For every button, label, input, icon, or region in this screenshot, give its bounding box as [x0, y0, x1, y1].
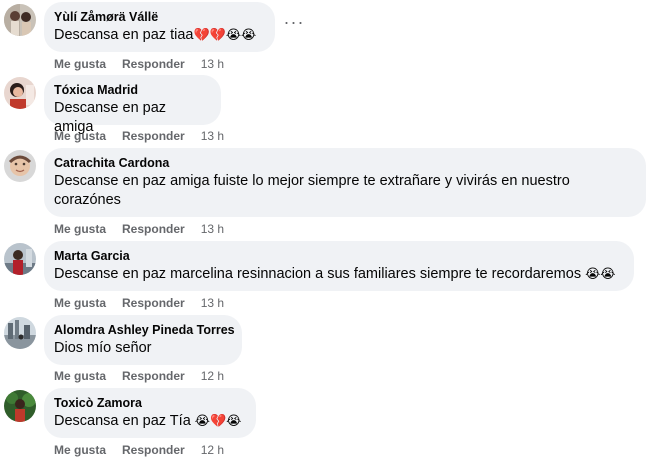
comment-bubble: Alomdra Ashley Pineda Torres Dios mío se… — [44, 315, 242, 365]
like-button[interactable]: Me gusta — [54, 443, 106, 457]
comment-actions: Me gusta Responder 13 h — [54, 222, 224, 236]
comment-timestamp[interactable]: 13 h — [201, 57, 224, 71]
comment-timestamp[interactable]: 12 h — [201, 369, 224, 383]
reply-button[interactable]: Responder — [122, 369, 185, 383]
comment-author[interactable]: Yùlí Zåmørä Vállë — [54, 9, 263, 25]
emoji-group: 😭😭 — [585, 267, 616, 282]
comment-timestamp[interactable]: 13 h — [201, 129, 224, 143]
reply-button[interactable]: Responder — [122, 296, 185, 310]
comment-text: Descansa en paz tiaa💔💔😭😭 — [54, 26, 263, 45]
comment-text: Descanse en paz marcelina resinnacion a … — [54, 265, 622, 284]
avatar[interactable] — [4, 150, 36, 182]
like-button[interactable]: Me gusta — [54, 296, 106, 310]
comment-text: Descansa en paz Tía 😭💔😭 — [54, 412, 244, 431]
comment-bubble: Yùlí Zåmørä Vállë Descansa en paz tiaa💔💔… — [44, 2, 275, 52]
comment-bubble: Tóxica Madrid Descanse en paz amiga — [44, 75, 221, 135]
comment-bubble: Catrachita Cardona Descanse en paz amiga… — [44, 148, 646, 217]
avatar[interactable] — [4, 390, 36, 422]
reply-button[interactable]: Responder — [122, 222, 185, 236]
comment-author[interactable]: Tóxica Madrid — [54, 82, 209, 98]
comment-actions: Me gusta Responder 13 h — [54, 57, 224, 71]
comment-author[interactable]: Toxicò Zamora — [54, 395, 244, 411]
reply-button[interactable]: Responder — [122, 443, 185, 457]
comment-text: Dios mío señor — [54, 339, 230, 358]
like-button[interactable]: Me gusta — [54, 57, 106, 71]
avatar[interactable] — [4, 243, 36, 275]
comment-actions: Me gusta Responder 13 h — [54, 129, 224, 143]
more-options-icon[interactable]: ··· — [282, 13, 306, 36]
emoji-group: 😭💔😭 — [194, 414, 242, 429]
reply-button[interactable]: Responder — [122, 129, 185, 143]
comment-author[interactable]: Alomdra Ashley Pineda Torres — [54, 322, 235, 338]
comment-text-content: Descanse en paz amiga fuiste lo mejor si… — [54, 173, 570, 208]
comment-actions: Me gusta Responder 12 h — [54, 443, 224, 457]
comment-actions: Me gusta Responder 12 h — [54, 369, 224, 383]
avatar[interactable] — [4, 77, 36, 109]
avatar[interactable] — [4, 4, 36, 36]
like-button[interactable]: Me gusta — [54, 369, 106, 383]
avatar[interactable] — [4, 317, 36, 349]
comment-timestamp[interactable]: 13 h — [201, 222, 224, 236]
emoji-group: 💔💔😭😭 — [193, 28, 257, 43]
comment-bubble: Toxicò Zamora Descansa en paz Tía 😭💔😭 — [44, 388, 256, 438]
reply-button[interactable]: Responder — [122, 57, 185, 71]
comment-bubble: Marta Garcia Descanse en paz marcelina r… — [44, 241, 634, 291]
comment-text-content: Dios mío señor — [54, 340, 152, 356]
comment-author[interactable]: Catrachita Cardona — [54, 155, 634, 171]
comment-text-content: Descansa en paz Tía — [54, 413, 191, 429]
comment-text: Descanse en paz amiga fuiste lo mejor si… — [54, 172, 634, 210]
comment-actions: Me gusta Responder 13 h — [54, 296, 224, 310]
like-button[interactable]: Me gusta — [54, 129, 106, 143]
like-button[interactable]: Me gusta — [54, 222, 106, 236]
comment-author[interactable]: Marta Garcia — [54, 248, 622, 264]
comment-timestamp[interactable]: 12 h — [201, 443, 224, 457]
comment-text-content: Descanse en paz marcelina resinnacion a … — [54, 266, 582, 282]
comment-timestamp[interactable]: 13 h — [201, 296, 224, 310]
comment-text-content: Descansa en paz tiaa — [54, 27, 194, 43]
